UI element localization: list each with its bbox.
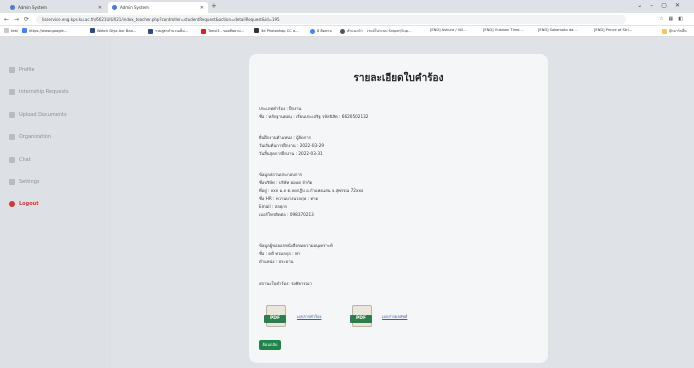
gear-icon xyxy=(9,179,15,185)
sidebar-item-label: Chat xyxy=(19,157,31,163)
bookmark-icon xyxy=(4,28,9,33)
bookmark-item[interactable]: 8 ติดตาม xyxy=(310,28,332,34)
browser-tab[interactable]: Admin System ✕ xyxy=(6,2,106,13)
sidebar-item-chat[interactable]: Chat xyxy=(9,157,31,163)
request-detail-card: รายละเอียดใบคำร้อง ประเภทคำร้อง : ฝึกงาน… xyxy=(249,54,548,363)
bookmark-item[interactable]: test xyxy=(4,28,18,33)
sidebar-item-label: Organization xyxy=(19,134,51,140)
page-title: รายละเอียดใบคำร้อง xyxy=(353,73,444,84)
tab-title: Admin System xyxy=(120,5,149,10)
tab-favicon-icon xyxy=(10,5,15,10)
sidebar-item-profile[interactable]: Profile xyxy=(9,67,35,73)
bookmark-item[interactable]: [END] Prince of Stri... xyxy=(594,28,632,32)
tab-title: Admin System xyxy=(18,5,47,10)
bookmark-item[interactable]: 3d Photoshop CC a... xyxy=(254,28,299,33)
position: ยื่นฝึกงานตำแหน่ง : ผู้จัดการ xyxy=(259,135,311,140)
nav-buttons[interactable]: ←→⟳ xyxy=(4,16,34,23)
company-name: ชื่อบริษัท : บริษัท ฝอบต จำกัด xyxy=(259,180,313,185)
student-name: ชื่อ : หลักฐานตอน : เรียนประเสริฐ รหัสนิ… xyxy=(259,114,369,119)
address-bar-row: ←→⟳ lisservice.eng.kps.ku.ac.th/6621UIUX… xyxy=(0,13,694,26)
hr-name: ชื่อ HR : หวานบางนวลฤษ : ทาด xyxy=(259,196,319,201)
request-icon xyxy=(9,89,15,95)
bookmark-item[interactable]: คำแนะนำ xyxy=(340,28,363,34)
tab-close-icon[interactable]: ✕ xyxy=(200,5,204,11)
browser-toolbar-icons[interactable]: ☆▦◧ xyxy=(659,16,688,22)
user-icon xyxy=(9,67,15,73)
bookmark-item[interactable]: เรนจ์ในระบบ Sniper/Sup... xyxy=(367,28,412,34)
sidebar-item-logout[interactable]: Logout xyxy=(9,201,39,207)
bookmark-item[interactable]: รวมสูตรจำนวนเต็ม... xyxy=(148,28,188,34)
hr-email: Email : สลยุกร xyxy=(259,204,288,209)
window-controls[interactable]: ⌄–▢✕ xyxy=(637,2,688,9)
bookmark-item[interactable]: [END] Outdoor Time... xyxy=(483,28,523,32)
bookmark-icon xyxy=(254,28,259,33)
browser-tabbar: Admin System ✕ Admin System ✕ + ⌄–▢✕ xyxy=(0,0,694,13)
bookmark-icon xyxy=(201,28,206,34)
organization-heading: ข้อมูลสถานประกอบการ xyxy=(259,172,303,177)
bookmark-icon xyxy=(22,28,27,33)
bookmark-item[interactable]: [END] Sakamoto da... xyxy=(538,28,577,32)
mentor-position: ตำแหน่ง : ประธาน xyxy=(259,259,294,264)
pdf-icon[interactable]: PDF xyxy=(264,305,286,327)
browser-tab-active[interactable]: Admin System ✕ xyxy=(108,2,208,13)
mentor-name: ชื่อ : ดดี ทวมลกุล : ฟา xyxy=(259,251,301,256)
hr-phone: เบอร์โทรติดต่อ : 098370213 xyxy=(259,212,314,217)
upload-icon xyxy=(9,112,15,118)
url-field[interactable]: lisservice.eng.kps.ku.ac.th/6621UIUX21/i… xyxy=(36,15,626,24)
sidebar-item-label: Logout xyxy=(19,201,39,207)
bookmark-icon xyxy=(340,28,345,34)
result-document-link[interactable]: เอกสารผลลัพธ์ xyxy=(382,313,407,320)
request-document-link[interactable]: เอกสารคำร้อง xyxy=(297,313,321,320)
start-date: วันเริ่มต้นการฝึกงาน : 2022-03-29 xyxy=(259,143,325,148)
sidebar-item-internship-requests[interactable]: Internship Requests xyxy=(9,89,69,95)
sidebar: Profile Internship Requests Upload Docum… xyxy=(0,37,111,368)
bookmark-item[interactable]: Watch Diya Aur Baa... xyxy=(90,28,136,33)
request-status: สถานะใบคำร้อง: รอพิจารณา xyxy=(259,281,312,286)
company-address: ที่อยู่ : xxx ม.x ต.ลดกฎีบ อ.กำแพงแสน จ.… xyxy=(259,188,364,193)
bookmark-item[interactable]: บุ๊กมาร์กอื่น xyxy=(662,28,687,34)
pdf-icon[interactable]: PDF xyxy=(350,305,372,327)
bookmark-item[interactable]: https://www.google... xyxy=(22,28,67,33)
building-icon xyxy=(9,134,15,140)
bookmarks-bar: test https://www.google... Watch Diya Au… xyxy=(0,26,694,37)
tab-favicon-icon xyxy=(112,5,117,10)
chat-icon xyxy=(9,157,15,163)
back-button[interactable]: ย้อนกลับ xyxy=(259,340,281,350)
bookmark-icon xyxy=(148,28,153,34)
folder-icon xyxy=(662,28,667,34)
sidebar-item-label: Settings xyxy=(19,179,40,185)
sidebar-item-organization[interactable]: Organization xyxy=(9,134,51,140)
tab-close-icon[interactable]: ✕ xyxy=(98,5,102,11)
request-type: ประเภทคำร้อง : ฝึกงาน xyxy=(259,106,302,111)
sidebar-item-label: Upload Documents xyxy=(19,112,67,118)
sidebar-item-upload-documents[interactable]: Upload Documents xyxy=(9,112,67,118)
end-date: วันสิ้นสุดการฝึกงาน : 2022-03-31 xyxy=(259,151,323,156)
bookmark-icon xyxy=(310,28,315,34)
pdf-icon-label: PDF xyxy=(264,315,286,323)
logout-icon xyxy=(9,201,15,207)
sidebar-item-settings[interactable]: Settings xyxy=(9,179,40,185)
sidebar-item-label: Internship Requests xyxy=(19,89,69,95)
bookmark-item[interactable]: [END] Ashura / Vill... xyxy=(430,28,467,32)
mentor-heading: ข้อมูลผู้ขอออกหนังสือขอความอนุเคราะห์ xyxy=(259,243,333,248)
bookmark-item[interactable]: Tanvi3 - ของศิษยาม... xyxy=(201,28,244,34)
bookmark-icon xyxy=(90,28,95,33)
new-tab-icon[interactable]: + xyxy=(211,2,217,10)
sidebar-item-label: Profile xyxy=(19,67,35,73)
pdf-icon-label: PDF xyxy=(350,315,372,323)
